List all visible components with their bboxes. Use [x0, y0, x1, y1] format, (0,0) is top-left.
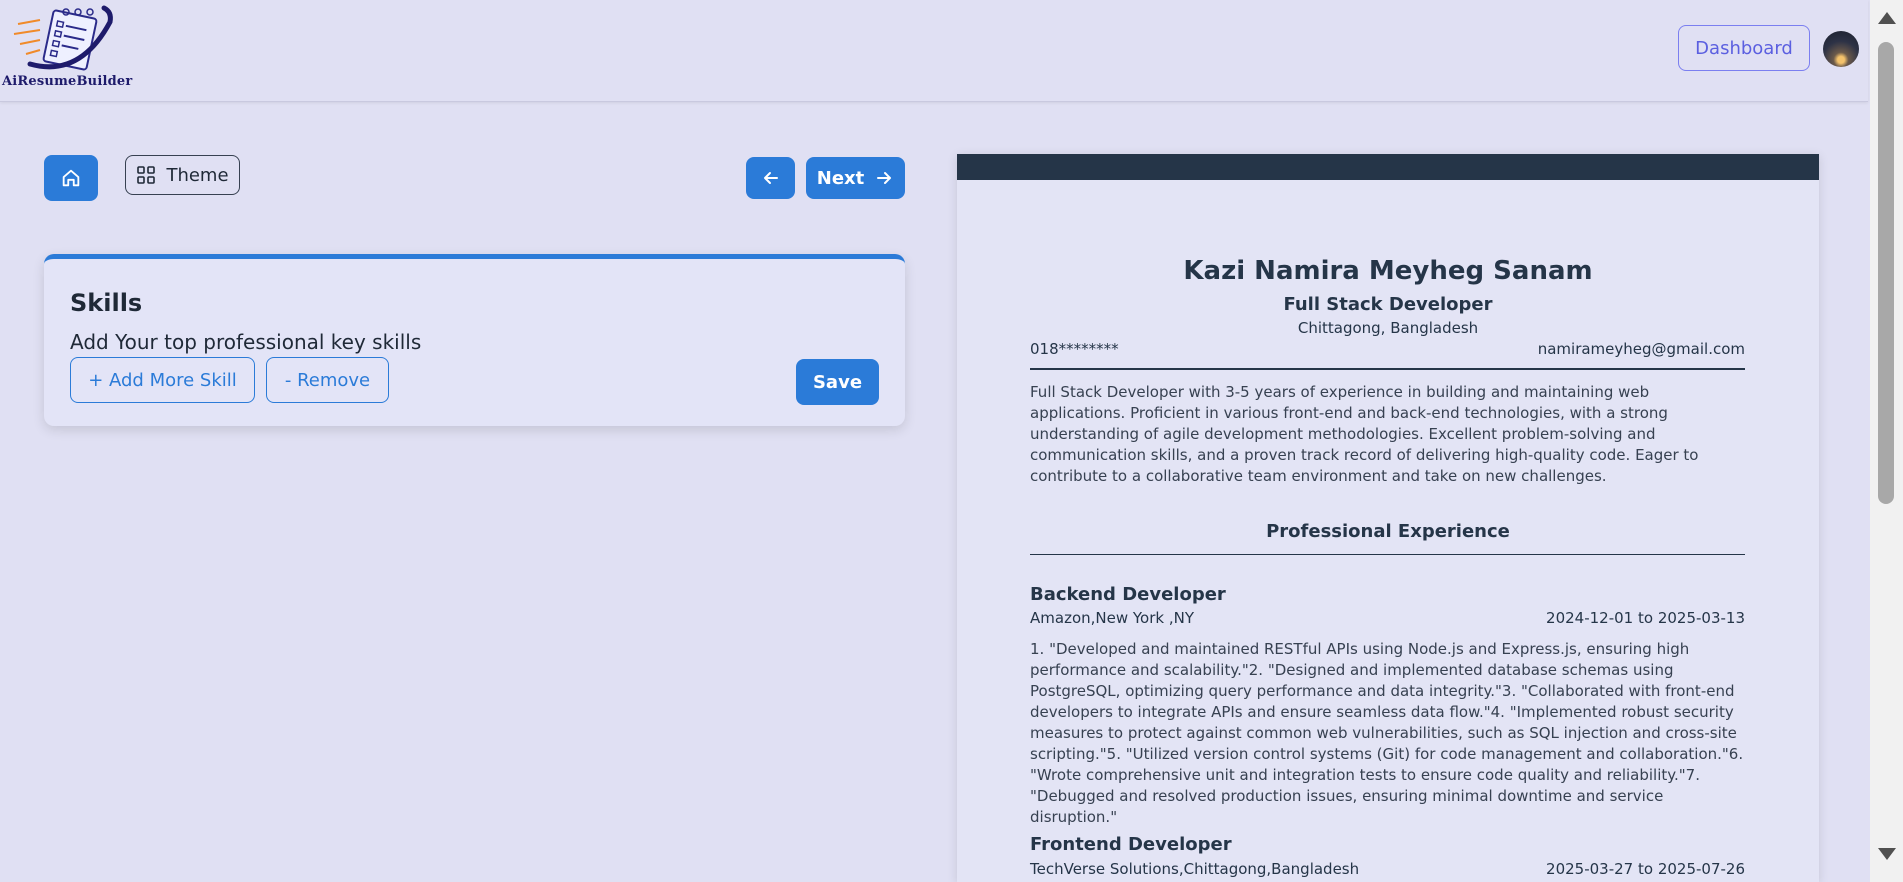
resume-header-bar [957, 154, 1819, 180]
next-button[interactable]: Next [806, 157, 905, 199]
theme-button-label: Theme [166, 164, 229, 186]
experience-2-dates: 2025-03-27 to 2025-07-26 [1546, 860, 1745, 878]
experience-1-company: Amazon,New York ,NY [1030, 609, 1194, 627]
save-button[interactable]: Save [796, 359, 879, 405]
resume-phone: 018******** [1030, 340, 1119, 358]
experience-2-company: TechVerse Solutions,Chittagong,Banglades… [1030, 860, 1360, 878]
resume-location: Chittagong, Bangladesh [1297, 319, 1479, 337]
add-more-skill-button[interactable]: + Add More Skill [70, 357, 255, 403]
app-logo[interactable]: AiResumeBuilder [0, 2, 140, 90]
resume-preview: Kazi Namira Meyheg Sanam Full Stack Deve… [957, 154, 1819, 882]
experience-divider [1030, 554, 1745, 555]
resume-divider [1030, 368, 1745, 370]
experience-1-title: Backend Developer [1030, 584, 1226, 605]
page-scrollbar[interactable] [1870, 0, 1903, 882]
scroll-up-arrow-icon[interactable] [1878, 12, 1896, 24]
arrow-left-icon [763, 172, 778, 184]
experience-1-description: 1. "Developed and maintained RESTful API… [1030, 640, 1744, 826]
remove-skill-button[interactable]: - Remove [266, 357, 389, 403]
experience-heading: Professional Experience [1266, 521, 1510, 542]
experience-2-title: Frontend Developer [1030, 834, 1232, 855]
scrollbar-thumb[interactable] [1878, 42, 1894, 504]
theme-button[interactable]: Theme [125, 155, 240, 195]
top-header: AiResumeBuilder Dashboard [0, 0, 1868, 102]
home-button[interactable] [44, 155, 98, 201]
scroll-down-arrow-icon[interactable] [1878, 848, 1896, 860]
arrow-right-icon [877, 172, 892, 184]
next-button-label: Next [816, 167, 865, 189]
logo-text: AiResumeBuilder [2, 74, 133, 89]
resume-email: namirameyheg@gmail.com [1537, 340, 1745, 358]
resume-summary: Full Stack Developer with 3-5 years of e… [1030, 383, 1699, 485]
resume-job-title: Full Stack Developer [1283, 294, 1493, 315]
resume-name: Kazi Namira Meyheg Sanam [1183, 256, 1593, 286]
grid-icon [137, 166, 156, 184]
skills-card: Skills Add Your top professional key ski… [44, 254, 905, 426]
experience-1-dates: 2024-12-01 to 2025-03-13 [1546, 609, 1745, 627]
home-icon [62, 169, 80, 187]
skills-title: Skills [70, 289, 143, 317]
skills-subtitle: Add Your top professional key skills [70, 330, 422, 354]
previous-button[interactable] [746, 157, 795, 199]
dashboard-button[interactable]: Dashboard [1678, 25, 1810, 71]
user-avatar[interactable] [1823, 31, 1859, 67]
